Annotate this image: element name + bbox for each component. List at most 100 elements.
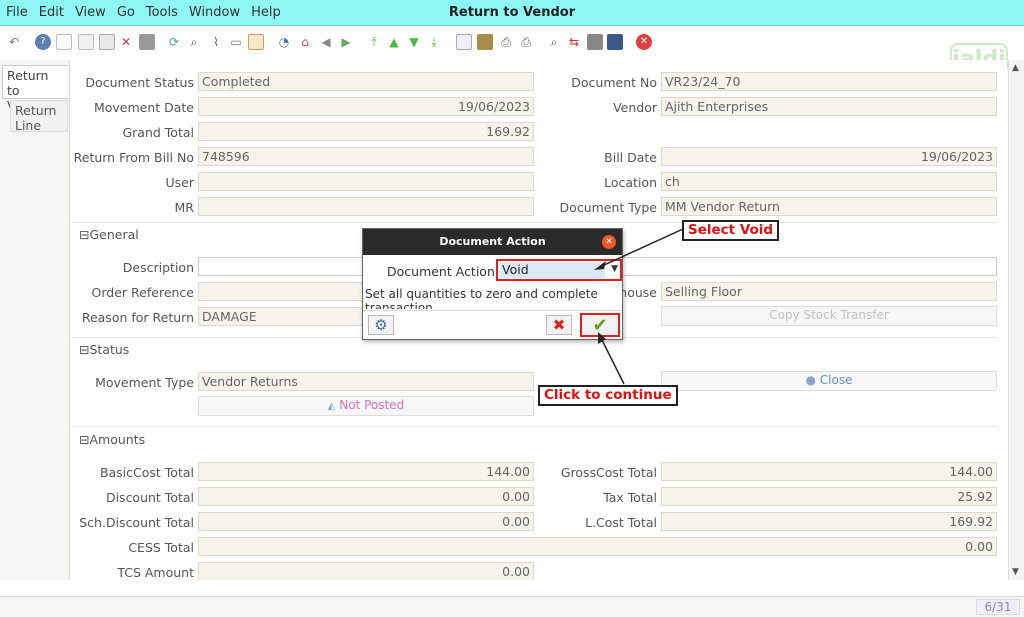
warehouse-field[interactable]: Selling Floor bbox=[661, 282, 997, 301]
document-status-field: Completed bbox=[198, 72, 534, 91]
close-circle-icon: ● bbox=[805, 373, 816, 387]
document-action-label: Document Action bbox=[387, 264, 495, 279]
user-field[interactable] bbox=[198, 172, 534, 191]
l-cost-total-field: 169.92 bbox=[661, 512, 997, 531]
first-record-icon[interactable]: ⤒ bbox=[366, 34, 382, 50]
mr-field[interactable] bbox=[198, 197, 534, 216]
history-icon[interactable] bbox=[248, 34, 264, 50]
process-settings-button[interactable]: ⚙ bbox=[368, 315, 394, 335]
delete-icon[interactable]: ✕ bbox=[118, 34, 134, 50]
gear-icon: ⚙ bbox=[374, 316, 388, 334]
select-void-callout: Select Void bbox=[682, 220, 780, 241]
document-action-dialog: Document Action ✕ Document Action Void ▼… bbox=[362, 228, 623, 340]
delete-selection-icon[interactable] bbox=[139, 34, 155, 50]
cancel-button[interactable]: ✖ bbox=[546, 315, 572, 335]
checkmark-icon: ✔ bbox=[592, 314, 608, 336]
help-icon[interactable]: ? bbox=[35, 34, 51, 50]
window-title: Return to Vendor bbox=[448, 5, 576, 20]
scroll-down-icon[interactable]: ▼ bbox=[1012, 567, 1019, 577]
document-action-select[interactable]: Void ▼ bbox=[496, 259, 622, 281]
report-icon[interactable] bbox=[456, 34, 472, 50]
document-status-label: Document Status bbox=[85, 75, 194, 90]
zoom-across-icon[interactable]: ⌕ bbox=[546, 34, 562, 50]
movement-type-field[interactable]: Vendor Returns bbox=[198, 372, 534, 391]
not-posted-label: Not Posted bbox=[339, 398, 405, 412]
status-section-header[interactable]: ⊟Status bbox=[79, 342, 129, 357]
refresh-icon[interactable]: ⟳ bbox=[166, 34, 182, 50]
archive-icon[interactable] bbox=[477, 34, 493, 50]
copy-record-icon[interactable] bbox=[78, 34, 94, 50]
undo-icon[interactable]: ↶ bbox=[6, 34, 22, 50]
last-record-icon[interactable]: ⤓ bbox=[426, 34, 442, 50]
amounts-divider bbox=[71, 426, 997, 427]
close-window-icon[interactable]: ✕ bbox=[636, 34, 652, 50]
tab-return-line[interactable]: Return Line bbox=[10, 100, 68, 133]
sch-discount-total-field: 0.00 bbox=[198, 512, 534, 531]
print-icon[interactable]: ⎙ bbox=[518, 34, 534, 50]
find-icon[interactable]: ⌕ bbox=[186, 34, 202, 50]
ok-button[interactable]: ✔ bbox=[580, 313, 620, 337]
product-info-icon[interactable] bbox=[587, 34, 603, 50]
movement-date-label: Movement Date bbox=[93, 100, 194, 115]
document-action-value[interactable]: Void bbox=[500, 262, 605, 278]
save-icon[interactable] bbox=[99, 34, 115, 50]
print-preview-icon[interactable]: ⎙ bbox=[498, 34, 514, 50]
document-type-field[interactable]: MM Vendor Return bbox=[661, 197, 997, 216]
basic-cost-total-field: 144.00 bbox=[198, 462, 534, 481]
home-icon[interactable]: ⌂ bbox=[297, 34, 313, 50]
tab-return-to-vendor[interactable]: Return to Vendor bbox=[2, 65, 68, 113]
status-section-title: Status bbox=[89, 342, 130, 357]
return-from-bill-no-field[interactable]: 748596 bbox=[198, 147, 534, 166]
chat-icon[interactable]: ▭ bbox=[228, 34, 244, 50]
new-record-icon[interactable] bbox=[56, 34, 72, 50]
movement-date-field[interactable]: 19/06/2023 bbox=[198, 97, 534, 116]
reason-for-return-label: Reason for Return bbox=[81, 310, 194, 325]
dialog-title: Document Action bbox=[439, 235, 546, 248]
document-no-field[interactable]: VR23/24_70 bbox=[661, 72, 997, 91]
vertical-scrollbar[interactable]: ▲ ▼ bbox=[1008, 60, 1024, 580]
posted-status-button[interactable]: ◭ Not Posted bbox=[198, 396, 534, 416]
discount-total-field: 0.00 bbox=[198, 487, 534, 506]
mr-label: MR bbox=[174, 200, 194, 215]
return-from-bill-no-label: Return From Bill No bbox=[73, 150, 194, 165]
detail-record-icon[interactable]: ▶ bbox=[338, 34, 354, 50]
tax-total-field: 25.92 bbox=[661, 487, 997, 506]
vendor-label: Vendor bbox=[613, 100, 657, 115]
copy-stock-transfer-button[interactable]: Copy Stock Transfer bbox=[661, 306, 997, 326]
next-record-icon[interactable]: ▼ bbox=[406, 34, 422, 50]
general-divider bbox=[71, 222, 997, 223]
scroll-up-icon[interactable]: ▲ bbox=[1012, 63, 1019, 73]
dialog-close-icon[interactable]: ✕ bbox=[602, 235, 616, 249]
grand-total-field: 169.92 bbox=[198, 122, 534, 141]
document-action-help-text: Set all quantities to zero and complete … bbox=[365, 287, 598, 309]
cancel-x-icon: ✖ bbox=[552, 316, 566, 334]
record-position: 6/31 bbox=[976, 599, 1020, 615]
workflow-icon[interactable] bbox=[607, 34, 623, 50]
grand-total-label: Grand Total bbox=[122, 125, 194, 140]
sch-discount-total-label: Sch.Discount Total bbox=[79, 515, 194, 530]
parent-record-icon[interactable]: ◀ bbox=[318, 34, 334, 50]
gross-cost-total-label: GrossCost Total bbox=[560, 465, 657, 480]
tax-total-label: Tax Total bbox=[603, 490, 657, 505]
general-section-header[interactable]: ⊟General bbox=[79, 227, 139, 242]
document-type-label: Document Type bbox=[559, 200, 657, 215]
bill-date-field[interactable]: 19/06/2023 bbox=[661, 147, 997, 166]
l-cost-total-label: L.Cost Total bbox=[585, 515, 657, 530]
cess-total-label: CESS Total bbox=[128, 540, 194, 555]
amounts-section-header[interactable]: ⊟Amounts bbox=[79, 432, 145, 447]
close-document-button[interactable]: ● Close bbox=[661, 371, 997, 391]
attachment-icon[interactable]: ⌇ bbox=[208, 34, 224, 50]
dropdown-arrow-icon[interactable]: ▼ bbox=[611, 264, 618, 274]
vendor-field[interactable]: Ajith Enterprises bbox=[661, 97, 997, 116]
description-label: Description bbox=[122, 260, 194, 275]
request-icon[interactable]: ⇆ bbox=[566, 34, 582, 50]
discount-total-label: Discount Total bbox=[105, 490, 194, 505]
dialog-title-bar: Document Action ✕ bbox=[363, 229, 622, 255]
tab-panel: Return to Vendor Return Line bbox=[0, 60, 70, 580]
location-field[interactable]: ch bbox=[661, 172, 997, 191]
cess-total-field: 0.00 bbox=[198, 537, 997, 556]
menu-home-icon[interactable]: ◔ bbox=[276, 34, 292, 50]
previous-record-icon[interactable]: ▲ bbox=[386, 34, 402, 50]
gross-cost-total-field: 144.00 bbox=[661, 462, 997, 481]
order-reference-label: Order Reference bbox=[91, 285, 194, 300]
